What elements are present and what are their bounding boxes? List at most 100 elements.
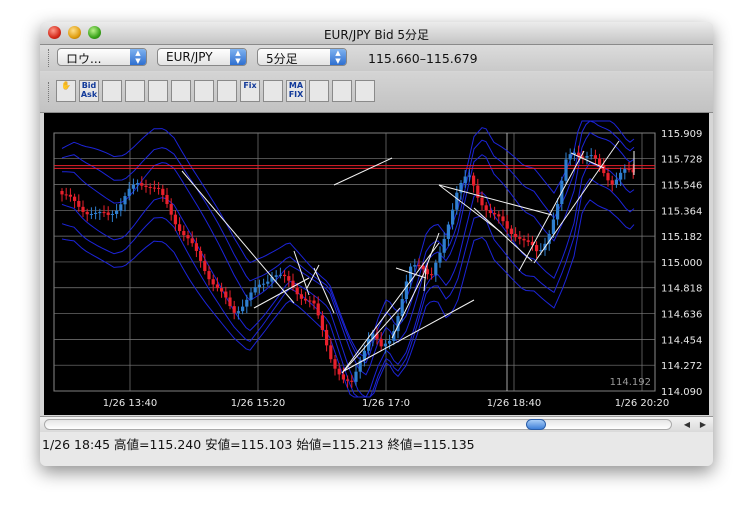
candle-body (131, 184, 135, 189)
hand-icon[interactable]: ✋ (56, 80, 76, 102)
candle-body (278, 274, 282, 276)
x-tick-label: 1/26 13:40 (103, 398, 157, 409)
status-bar: 1/26 18:45 高値=115.240 安値=115.103 始値=115.… (40, 432, 713, 466)
candle-body (299, 294, 303, 299)
candle-body (123, 196, 127, 205)
y-tick-label: 115.000 (661, 258, 702, 269)
pair-select-label: EUR/JPY (166, 50, 213, 64)
candle-pair-icon[interactable] (194, 80, 214, 102)
pencil-icon[interactable] (332, 80, 352, 102)
candle-body (127, 188, 131, 197)
band-line (61, 132, 635, 376)
candle-body (119, 204, 123, 211)
candle-body (236, 311, 240, 313)
candle-body (627, 169, 631, 171)
scroll-right-icon[interactable]: ▶ (696, 419, 710, 431)
wave-chart-icon[interactable] (125, 80, 145, 102)
candle-body (346, 379, 350, 381)
candle-body (257, 284, 261, 288)
title-bar[interactable]: EUR/JPY Bid 5分足 (40, 22, 713, 45)
candle-body (467, 175, 471, 177)
band-line (61, 199, 635, 398)
candle-body (211, 279, 215, 285)
candle-body (283, 274, 287, 277)
candle-body (94, 212, 98, 214)
candle-body (404, 281, 408, 300)
chart-canvas[interactable]: 115.909 115.728 115.546 115.364 115.182 115.0… (44, 113, 709, 415)
ma-fix-icon[interactable]: MA FIX (286, 80, 306, 102)
candle-red-green-icon[interactable] (171, 80, 191, 102)
toolbar-grip (48, 49, 51, 67)
candle-body (215, 284, 219, 289)
scroll-left-icon[interactable]: ◀ (680, 419, 694, 431)
period-select[interactable]: 5分足 ▲ ▼ (257, 48, 347, 66)
x-tick-label: 1/26 20:20 (615, 398, 669, 409)
candle-body (451, 209, 455, 225)
selector-toolbar: ロウ... ▲ ▼ EUR/JPY ▲ ▼ 5分足 ▲ ▼ 115.660–115.6… (40, 45, 713, 71)
candle-body (341, 374, 345, 380)
candle-chart-icon[interactable] (148, 80, 168, 102)
line-chart-icon[interactable] (102, 80, 122, 102)
candle-body (497, 214, 501, 217)
y-tick-label: 115.728 (661, 155, 702, 166)
candle-body (77, 200, 81, 207)
candle-red-icon[interactable] (217, 80, 237, 102)
candle-body (522, 238, 526, 241)
candle-body (564, 159, 568, 181)
trend-line (343, 299, 475, 372)
candle-body (514, 233, 518, 238)
candle-body (585, 156, 589, 158)
candle-body (89, 213, 93, 215)
horizontal-scrollbar[interactable]: ◀ ▶ (40, 416, 713, 433)
trend-line (181, 170, 295, 304)
candle-body (320, 315, 324, 330)
candle-body (249, 292, 253, 300)
pair-select[interactable]: EUR/JPY ▲ ▼ (157, 48, 247, 66)
y-tick-label: 114.818 (661, 284, 702, 295)
candle-body (350, 380, 354, 382)
y-tick-label: 114.090 (661, 387, 702, 398)
candle-body (493, 213, 497, 215)
trend-line (333, 157, 393, 186)
eraser-icon[interactable] (355, 80, 375, 102)
band-line (61, 161, 635, 398)
fix-icon[interactable]: Fix (240, 80, 260, 102)
candle-body (333, 359, 337, 369)
candle-body (85, 211, 89, 215)
tools-toolbar: ✋ Bid Ask Fix MA FIX (40, 72, 713, 113)
candle-body (535, 245, 539, 252)
candle-body (598, 158, 602, 166)
candle-body (262, 283, 266, 285)
mode-select[interactable]: ロウ... ▲ ▼ (57, 48, 147, 66)
candle-body (325, 329, 329, 346)
trend-line (341, 242, 440, 374)
candle-body (610, 180, 614, 185)
y-tick-label: 115.546 (661, 180, 702, 191)
price-chart[interactable]: 115.909 115.728 115.546 115.364 115.182 115.0… (44, 113, 709, 415)
candle-body (383, 343, 387, 347)
candle-body (220, 288, 224, 292)
x-tick-label: 1/26 18:40 (487, 398, 541, 409)
x-tick-label: 1/26 17:0 (362, 398, 410, 409)
candle-body (169, 204, 173, 215)
bid-ask-icon[interactable]: Bid Ask (79, 80, 99, 102)
candle-body (148, 186, 152, 188)
candle-body (463, 176, 467, 183)
x-tick-label: 1/26 15:20 (231, 398, 285, 409)
candle-body (165, 194, 169, 205)
candle-body (68, 194, 72, 197)
candle-body (602, 165, 606, 174)
candle-body (287, 276, 291, 281)
bars-color-icon[interactable] (309, 80, 329, 102)
chevron-updown-icon: ▲ ▼ (330, 49, 346, 65)
candle-body (224, 291, 228, 298)
chart-window: EUR/JPY Bid 5分足 ロウ... ▲ ▼ EUR/JPY ▲ ▼ 5分足 … (40, 22, 713, 466)
candle-body (173, 214, 177, 225)
grid-chart-icon[interactable] (263, 80, 283, 102)
scroll-thumb[interactable] (526, 419, 546, 430)
candle-body (81, 206, 85, 212)
y-tick-label: 114.636 (661, 310, 702, 321)
candle-body (186, 235, 190, 239)
candle-body (190, 238, 194, 244)
scroll-track[interactable] (44, 419, 672, 430)
